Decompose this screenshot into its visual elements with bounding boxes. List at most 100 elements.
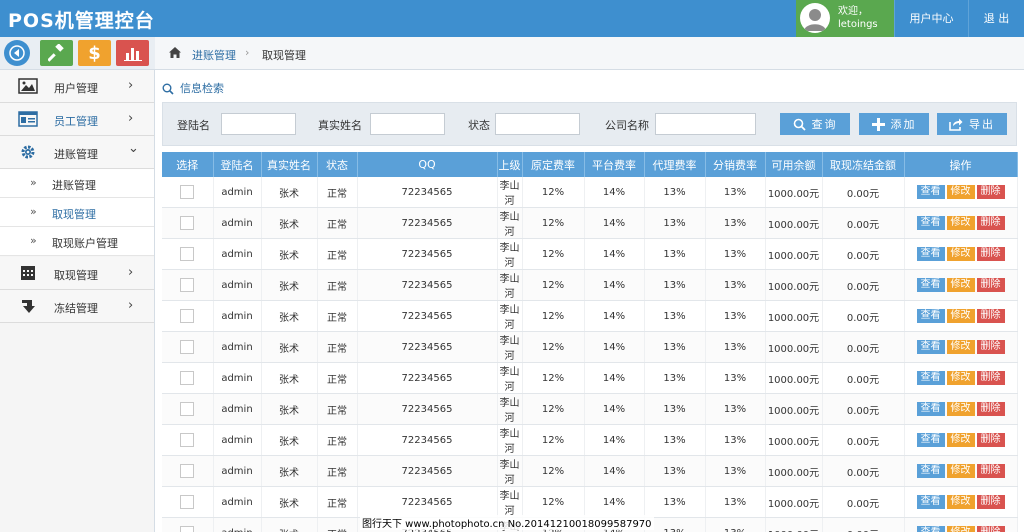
row-checkbox[interactable] [180,402,195,416]
actions-cell: 查看修改删除 [904,238,1018,270]
delete-button[interactable]: 删除 [976,464,1005,478]
view-button[interactable]: 查看 [916,278,945,292]
cell-frozen: 0.00元 [822,207,905,239]
sidebar-subitem-withdraw[interactable]: » 取现管理 [0,198,154,227]
cell-status: 正常 [317,486,358,518]
delete-button[interactable]: 删除 [976,526,1005,532]
login-input[interactable] [221,113,296,135]
sidebar-item-withdraw[interactable]: 取现管理 › [0,257,154,290]
row-checkbox[interactable] [180,371,195,385]
cell-rate-platform: 14% [584,331,645,363]
sidebar-item-freeze[interactable]: 冻结管理 › [0,290,154,323]
delete-button[interactable]: 删除 [976,278,1005,292]
edit-button[interactable]: 修改 [946,526,975,532]
view-button[interactable]: 查看 [916,216,945,230]
cell-frozen: 0.00元 [822,238,905,270]
delete-button[interactable]: 删除 [976,402,1005,416]
edit-button[interactable]: 修改 [946,216,975,230]
user-box[interactable]: 欢迎， letoings [796,0,894,37]
cell-qq: 72234565 [357,393,498,425]
table-row: admin张术正常72234565李山河12%14%13%13%1000.00元… [162,300,1018,332]
home-icon[interactable] [168,46,182,62]
search-button[interactable]: 查询 [780,113,850,135]
select-cell [162,455,214,487]
view-button[interactable]: 查看 [916,464,945,478]
user-avatar-icon [800,3,830,33]
back-button[interactable] [4,40,30,66]
view-button[interactable]: 查看 [916,433,945,447]
user-center-link[interactable]: 用户中心 [894,0,968,37]
realname-label: 真实姓名 [318,119,362,132]
breadcrumb-level1[interactable]: 进账管理 [192,47,236,63]
delete-button[interactable]: 删除 [976,340,1005,354]
cell-rate-dist: 13% [705,486,766,518]
delete-button[interactable]: 删除 [976,247,1005,261]
view-button[interactable]: 查看 [916,495,945,509]
company-input[interactable] [655,113,756,135]
delete-button[interactable]: 删除 [976,495,1005,509]
row-checkbox[interactable] [180,495,195,509]
row-checkbox[interactable] [180,464,195,478]
realname-input[interactable] [370,113,445,135]
view-button[interactable]: 查看 [916,247,945,261]
edit-button[interactable]: 修改 [946,495,975,509]
login-label: 登陆名 [177,119,210,132]
row-checkbox[interactable] [180,185,195,199]
edit-button[interactable]: 修改 [946,278,975,292]
edit-button[interactable]: 修改 [946,247,975,261]
add-button[interactable]: 添加 [859,113,929,135]
gavel-button[interactable] [40,40,73,66]
cell-name: 张术 [261,331,318,363]
cell-balance: 1000.00元 [765,207,823,239]
row-checkbox[interactable] [180,433,195,447]
row-checkbox[interactable] [180,278,195,292]
edit-button[interactable]: 修改 [946,371,975,385]
cell-login: admin [213,486,262,518]
edit-button[interactable]: 修改 [946,464,975,478]
calendar-icon [21,266,35,280]
cell-balance: 1000.00元 [765,362,823,394]
view-button[interactable]: 查看 [916,340,945,354]
delete-button[interactable]: 删除 [976,216,1005,230]
chevron-down-icon: ⌄ [128,141,139,156]
row-checkbox[interactable] [180,526,195,532]
edit-button[interactable]: 修改 [946,402,975,416]
delete-button[interactable]: 删除 [976,185,1005,199]
select-cell [162,331,214,363]
sidebar-subitem-withdraw-account[interactable]: » 取现账户管理 [0,227,154,256]
top-header: POS机管理控台 欢迎， letoings 用户中心 退 出 [0,0,1024,37]
chart-button[interactable] [116,40,149,66]
select-cell [162,424,214,456]
cell-balance: 1000.00元 [765,486,823,518]
status-label: 状态 [468,119,490,132]
edit-button[interactable]: 修改 [946,309,975,323]
cell-rate-orig: 12% [522,424,585,456]
view-button[interactable]: 查看 [916,185,945,199]
logout-link[interactable]: 退 出 [968,0,1024,37]
delete-button[interactable]: 删除 [976,433,1005,447]
id-card-icon [18,111,38,127]
view-button[interactable]: 查看 [916,402,945,416]
chevron-right-icon: › [128,298,134,313]
sidebar-item-staff[interactable]: 员工管理 › [0,103,154,136]
sidebar-subitem-income[interactable]: » 进账管理 [0,169,154,198]
sidebar-item-income[interactable]: 进账管理 ⌄ [0,136,154,169]
row-checkbox[interactable] [180,340,195,354]
cell-login: admin [213,517,262,532]
cell-balance: 1000.00元 [765,177,823,208]
row-checkbox[interactable] [180,247,195,261]
status-input[interactable] [495,113,580,135]
edit-button[interactable]: 修改 [946,185,975,199]
view-button[interactable]: 查看 [916,309,945,323]
edit-button[interactable]: 修改 [946,433,975,447]
row-checkbox[interactable] [180,216,195,230]
row-checkbox[interactable] [180,309,195,323]
view-button[interactable]: 查看 [916,526,945,532]
export-button[interactable]: 导出 [937,113,1007,135]
delete-button[interactable]: 删除 [976,309,1005,323]
delete-button[interactable]: 删除 [976,371,1005,385]
sidebar-item-users[interactable]: 用户管理 › [0,70,154,103]
dollar-button[interactable]: $ [78,40,111,66]
edit-button[interactable]: 修改 [946,340,975,354]
view-button[interactable]: 查看 [916,371,945,385]
